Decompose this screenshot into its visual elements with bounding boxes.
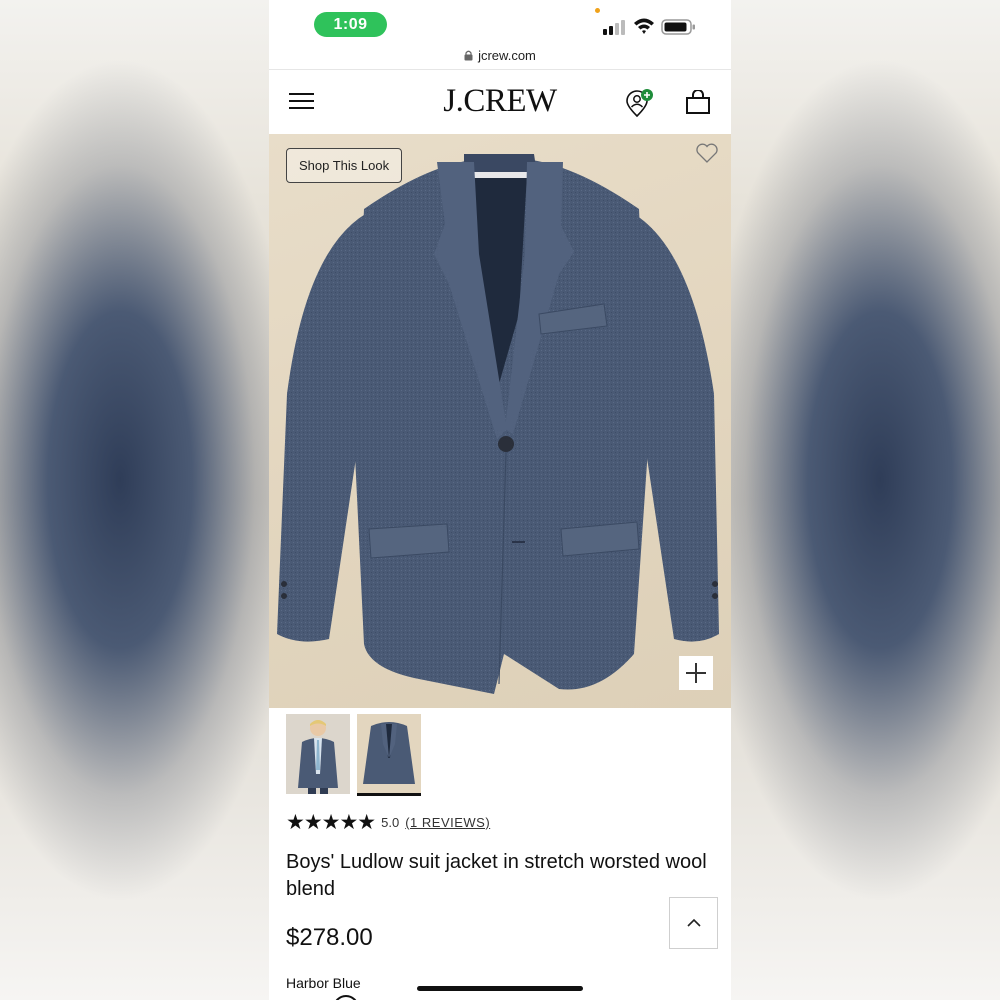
jacket-photo — [357, 714, 421, 794]
chevron-up-icon — [686, 918, 701, 927]
site-header: J.CREW — [269, 70, 731, 134]
battery-icon — [661, 19, 695, 35]
reviews-link[interactable]: (1 REVIEWS) — [405, 815, 490, 830]
product-price: $278.00 — [286, 924, 373, 951]
color-swatch[interactable] — [333, 995, 359, 1000]
product-hero-image[interactable]: Shop This Look — [269, 134, 731, 708]
jacket-image — [277, 154, 719, 694]
image-thumbnails — [286, 714, 421, 796]
url-text: jcrew.com — [478, 47, 536, 63]
plus-icon — [686, 663, 706, 683]
address-bar[interactable]: jcrew.com — [269, 44, 731, 66]
signal-icon — [603, 20, 625, 35]
status-time: 1:09 — [314, 12, 387, 37]
back-to-top-button[interactable] — [669, 897, 718, 949]
home-indicator[interactable] — [417, 986, 583, 991]
shopping-bag-icon[interactable] — [685, 90, 711, 114]
heart-icon[interactable] — [695, 142, 719, 164]
jacket-thumbnail[interactable] — [357, 714, 421, 796]
model-photo — [286, 714, 350, 794]
phone-screen: 1:09 jcrew.com J.CREW Shop This Look ★★★… — [269, 0, 731, 1000]
color-name-label: Harbor Blue — [286, 975, 361, 991]
wifi-icon — [634, 18, 654, 34]
privacy-dot-icon — [595, 8, 600, 13]
lock-icon — [464, 50, 473, 60]
jcrew-logo[interactable]: J.CREW — [269, 83, 731, 120]
star-rating-icon: ★★★★★ — [286, 811, 376, 834]
product-title: Boys' Ludlow suit jacket in stretch wors… — [286, 851, 707, 900]
zoom-button[interactable] — [679, 656, 713, 690]
rating-value: 5.0 — [381, 815, 400, 830]
account-icon[interactable] — [625, 88, 655, 118]
status-bar: 1:09 — [269, 0, 731, 44]
product-rating: ★★★★★ 5.0 (1 REVIEWS) — [286, 810, 490, 835]
shop-this-look-button[interactable]: Shop This Look — [286, 148, 403, 183]
model-thumbnail[interactable] — [286, 714, 350, 796]
